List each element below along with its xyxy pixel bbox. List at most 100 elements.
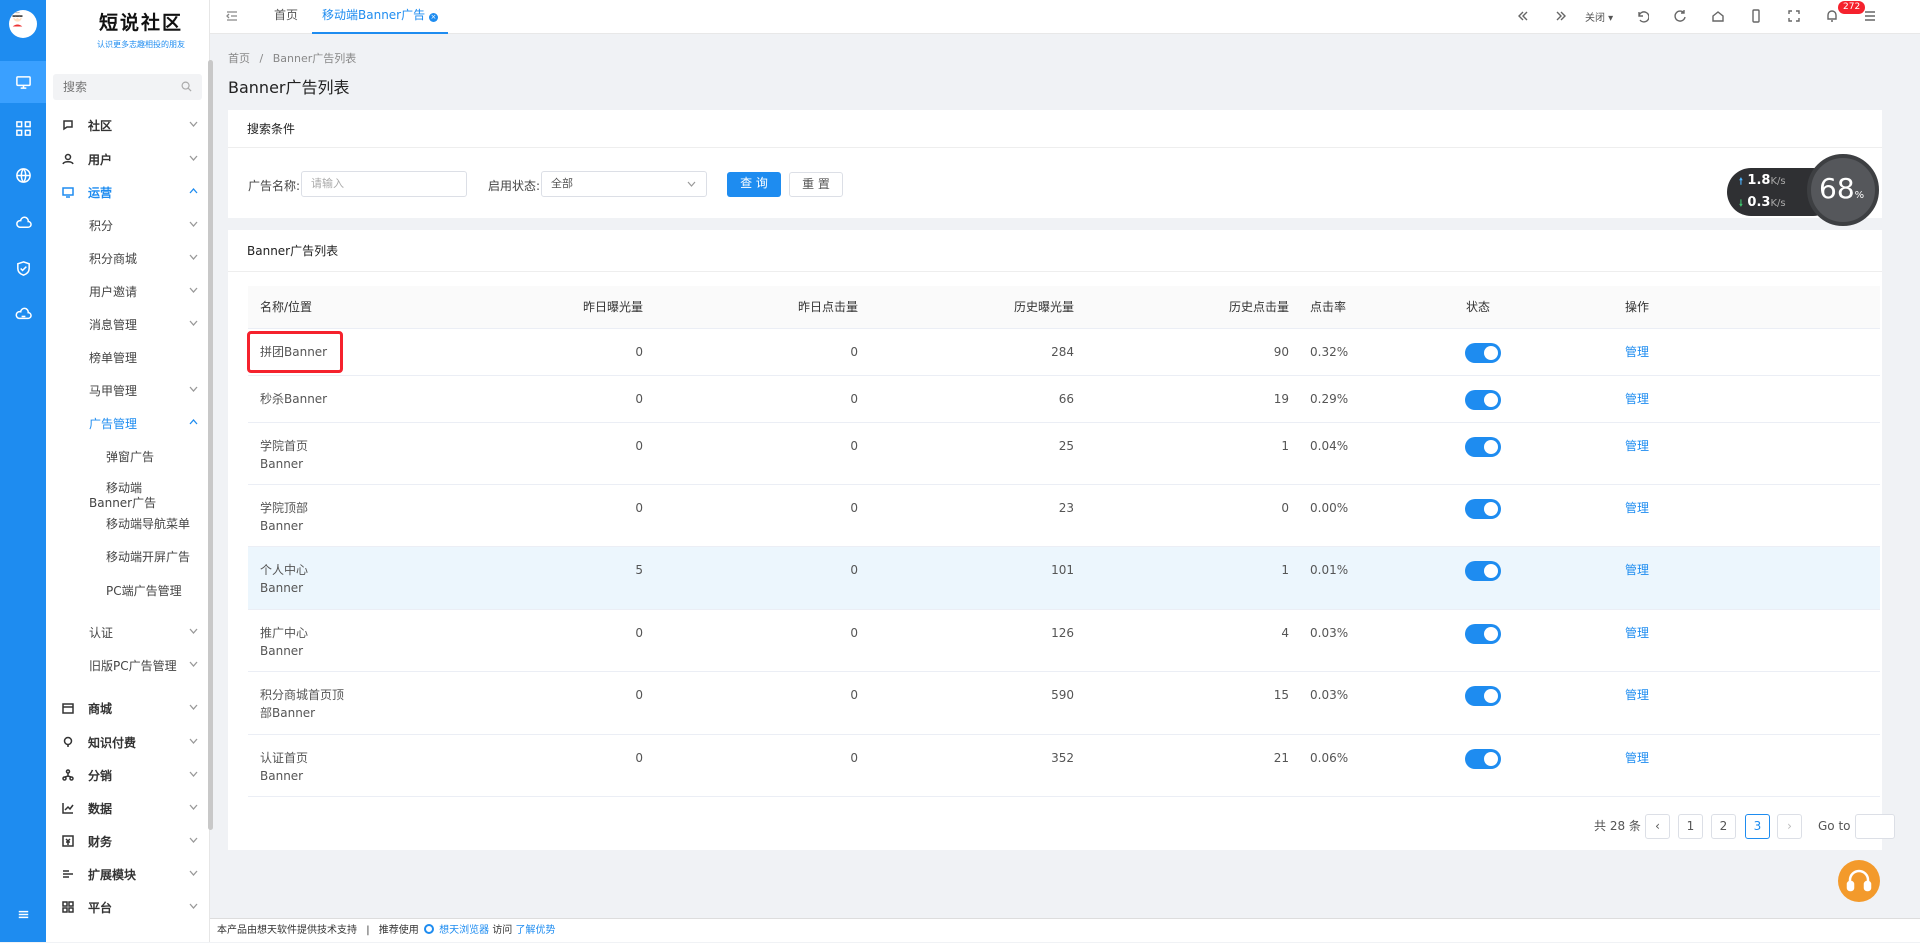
status-label: 启用状态: (488, 179, 541, 193)
refresh-icon[interactable] (1673, 9, 1687, 23)
sidebar-item-vest[interactable]: 马甲管理 (46, 375, 209, 405)
mobile-icon[interactable] (1749, 9, 1763, 23)
sidebar-item-community[interactable]: 社区 (46, 110, 209, 140)
table-row: 推广中心 Banner 0 0 126 4 0.03% 管理 (248, 610, 1880, 672)
search-icon[interactable] (181, 81, 192, 92)
status-toggle[interactable] (1465, 499, 1501, 519)
chevron-up-icon (189, 419, 198, 425)
goto-input[interactable] (1855, 814, 1895, 839)
platform-icon (62, 901, 74, 913)
next-page-button[interactable]: › (1777, 814, 1802, 839)
status-toggle[interactable] (1465, 437, 1501, 457)
tab-home[interactable]: 首页 (274, 0, 298, 34)
sidebar-item-extensions[interactable]: 扩展模块 (46, 859, 209, 889)
sidebar-item-distribution[interactable]: 分销 (46, 760, 209, 790)
globe-icon[interactable] (0, 154, 46, 196)
sidebar-scrollbar[interactable] (208, 60, 213, 830)
sidebar-item-label: 移动端导航菜单 (106, 516, 191, 531)
sidebar-item-label: 旧版PC广告管理 (89, 658, 177, 673)
bell-icon[interactable] (1825, 9, 1839, 23)
sidebar-item-mobile-nav[interactable]: 移动端导航菜单 (46, 509, 209, 539)
sidebar-item-legacy-pc-ads[interactable]: 旧版PC广告管理 (46, 650, 209, 680)
cloud-icon[interactable] (0, 201, 46, 243)
manage-link[interactable]: 管理 (1625, 390, 1649, 407)
table-row: 个人中心 Banner 5 0 101 1 0.01% 管理 (248, 547, 1880, 610)
table-row: 学院顶部 Banner 0 0 23 0 0.00% 管理 (248, 485, 1880, 547)
tab-mobile-banner[interactable]: 移动端Banner广告 × (312, 0, 448, 34)
shield-icon[interactable] (0, 247, 46, 289)
status-select[interactable]: 全部 (541, 171, 707, 197)
total-clicks: 90 (1273, 345, 1289, 359)
chevron-down-icon (189, 661, 198, 667)
status-toggle[interactable] (1465, 624, 1501, 644)
sidebar-item-mall[interactable]: 商城 (46, 693, 209, 723)
reset-button[interactable]: 重 置 (789, 172, 843, 197)
query-button[interactable]: 查 询 (727, 172, 781, 197)
sidebar-item-verify[interactable]: 认证 (46, 617, 209, 647)
notification-badge: 272 (1838, 1, 1866, 14)
search-input[interactable] (53, 74, 173, 100)
sidebar-item-finance[interactable]: 财务 (46, 826, 209, 856)
page-3-button[interactable]: 3 (1745, 814, 1770, 839)
finance-icon (62, 835, 74, 847)
chevron-down-icon (189, 221, 198, 227)
home-icon[interactable] (1711, 9, 1725, 23)
cloud-sync-icon[interactable] (0, 294, 46, 336)
manage-link[interactable]: 管理 (1625, 499, 1649, 516)
status-toggle[interactable] (1465, 390, 1501, 410)
manage-link[interactable]: 管理 (1625, 343, 1649, 360)
grid-icon[interactable] (0, 107, 46, 149)
sidebar-item-rankings[interactable]: 榜单管理 (46, 342, 209, 372)
backward-icon[interactable] (1516, 9, 1530, 23)
manage-link[interactable]: 管理 (1625, 624, 1649, 641)
footer-browser-link[interactable]: 想天浏览器 (439, 925, 489, 936)
prev-page-button[interactable]: ‹ (1645, 814, 1670, 839)
sidebar-item-points[interactable]: 积分 (46, 210, 209, 240)
sidebar-item-label: 移动端Banner广告 (89, 481, 157, 510)
support-button[interactable] (1838, 860, 1880, 902)
sidebar-item-users[interactable]: 用户 (46, 144, 209, 174)
yesterday-clicks: 0 (850, 751, 858, 765)
sidebar-item-label: 用户 (88, 152, 113, 167)
status-toggle[interactable] (1465, 749, 1501, 769)
sidebar-item-mobile-banner[interactable]: 移动端Banner广告 (46, 476, 209, 512)
manage-link[interactable]: 管理 (1625, 686, 1649, 703)
sidebar-item-knowledge[interactable]: 知识付费 (46, 727, 209, 757)
sidebar-item-ads[interactable]: 广告管理 (46, 408, 209, 438)
manage-link[interactable]: 管理 (1625, 437, 1649, 454)
download-unit: K/s (1770, 198, 1786, 209)
hamburger-icon[interactable] (1863, 9, 1877, 23)
status-toggle[interactable] (1465, 561, 1501, 581)
sidebar-item-operations[interactable]: 运营 (46, 177, 209, 207)
page-2-button[interactable]: 2 (1711, 814, 1736, 839)
sidebar-item-splash-ad[interactable]: 移动端开屏广告 (46, 542, 209, 572)
forward-icon[interactable] (1554, 9, 1568, 23)
sidebar-search[interactable] (53, 74, 202, 100)
monitor-icon[interactable] (0, 61, 46, 103)
collapse-icon[interactable] (226, 10, 238, 22)
manage-link[interactable]: 管理 (1625, 561, 1649, 578)
footer-learn-more-link[interactable]: 了解优势 (516, 925, 556, 936)
ad-name-input[interactable]: 请输入 (301, 171, 467, 197)
breadcrumb-home[interactable]: 首页 (228, 52, 250, 65)
avatar[interactable] (9, 10, 37, 38)
close-tab-icon[interactable]: × (428, 13, 438, 22)
manage-link[interactable]: 管理 (1625, 749, 1649, 766)
status-toggle[interactable] (1465, 343, 1501, 363)
banner-name-line1: 推广中心 (260, 626, 309, 640)
icon-rail (0, 0, 46, 942)
fullscreen-icon[interactable] (1787, 9, 1801, 23)
sidebar-item-popup-ad[interactable]: 弹窗广告 (46, 442, 209, 472)
menu-icon[interactable] (0, 893, 46, 935)
page-1-button[interactable]: 1 (1678, 814, 1703, 839)
undo-icon[interactable] (1635, 9, 1649, 23)
sidebar-item-points-mall[interactable]: 积分商城 (46, 243, 209, 273)
status-toggle[interactable] (1465, 686, 1501, 706)
sidebar-item-messages[interactable]: 消息管理 (46, 309, 209, 339)
network-speed-widget[interactable]: 🠕 1.8K/s 🠗 0.3K/s 68% (1727, 154, 1879, 226)
sidebar-item-pc-ads[interactable]: PC端广告管理 (46, 576, 209, 606)
close-dropdown[interactable]: 关闭 ▾ (1585, 9, 1613, 24)
sidebar-item-platform[interactable]: 平台 (46, 892, 209, 922)
sidebar-item-invite[interactable]: 用户邀请 (46, 276, 209, 306)
sidebar-item-data[interactable]: 数据 (46, 793, 209, 823)
